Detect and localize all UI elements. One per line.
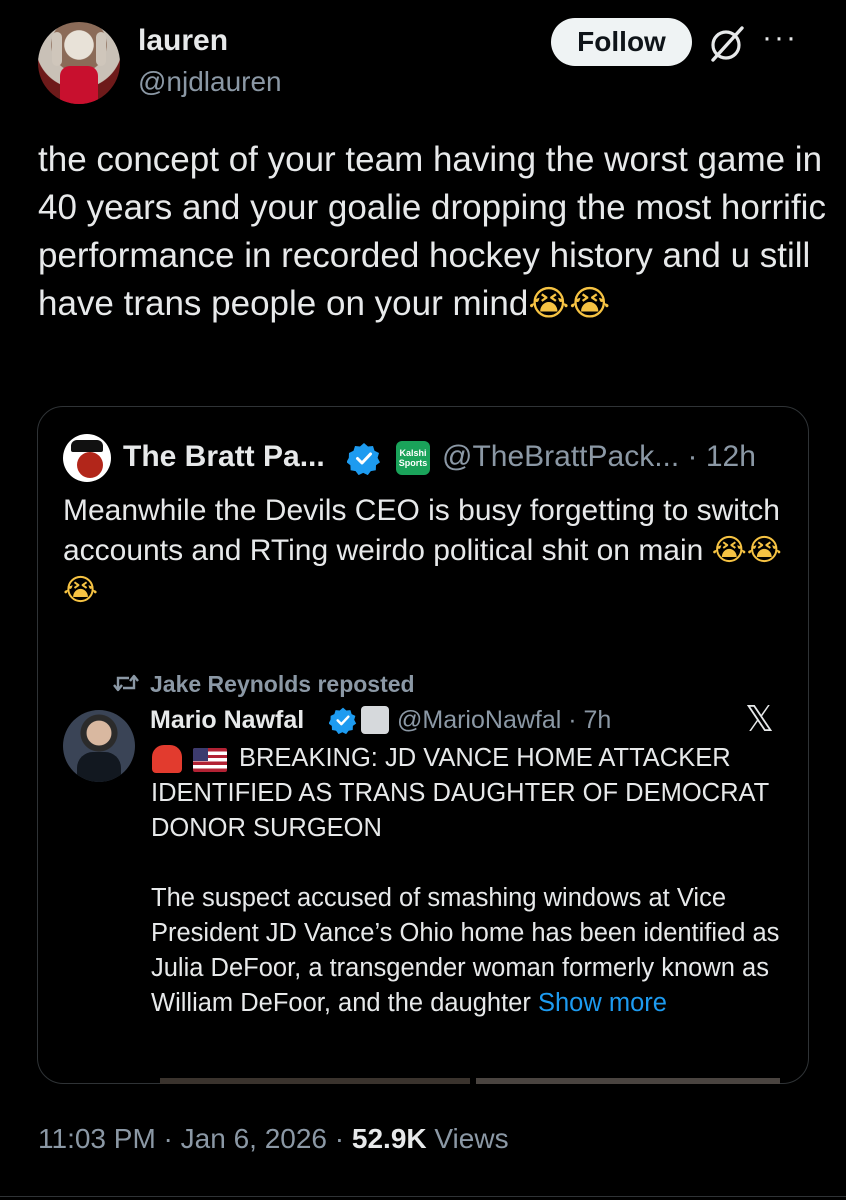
author-name[interactable]: lauren — [138, 24, 228, 58]
nested-avatar-suit — [77, 752, 121, 782]
nested-body: The suspect accused of smashing windows … — [151, 884, 780, 1017]
avatar-arm-left — [52, 32, 62, 66]
quote-text: Meanwhile the Devils CEO is busy forgett… — [63, 491, 793, 611]
nested-author-avatar[interactable] — [63, 710, 135, 782]
quote-avatar-hat — [71, 440, 103, 452]
nested-affiliate-badge-icon — [361, 706, 389, 734]
tweet-emojis: 😭😭 — [528, 284, 611, 324]
nested-headline: BREAKING: JD VANCE HOME ATTACKER IDENTIF… — [151, 744, 769, 842]
author-avatar[interactable] — [38, 22, 120, 104]
views-count: 52.9K — [351, 1123, 427, 1154]
views-label: Views — [426, 1123, 509, 1154]
tweet-text-body: the concept of your team having the wors… — [38, 140, 826, 323]
quote-text-body: Meanwhile the Devils CEO is busy forgett… — [63, 494, 780, 567]
kalshi-sports-badge: Kalshi Sports — [396, 441, 430, 475]
repost-label[interactable]: Jake Reynolds reposted — [150, 671, 415, 698]
nested-verified-badge-icon — [328, 706, 357, 735]
avatar-jersey — [60, 66, 98, 104]
verified-badge-icon — [346, 441, 381, 476]
quote-author-name[interactable]: The Bratt Pa... — [123, 440, 325, 474]
nested-tweet-text: BREAKING: JD VANCE HOME ATTACKER IDENTIF… — [151, 741, 801, 1021]
nested-author-name[interactable]: Mario Nawfal — [150, 706, 304, 735]
more-options-icon[interactable]: ··· — [762, 23, 798, 53]
divider — [0, 1196, 846, 1197]
repost-icon — [112, 671, 140, 695]
follow-button[interactable]: Follow — [551, 18, 692, 66]
quote-avatar[interactable] — [63, 434, 111, 482]
nested-author-handle[interactable]: @MarioNawfal · 7h — [397, 706, 611, 735]
grok-icon[interactable] — [707, 24, 747, 64]
quote-avatar-devil — [77, 452, 103, 478]
tweet-text: the concept of your team having the wors… — [38, 136, 828, 328]
quote-author-handle[interactable]: @TheBrattPack... · 12h — [442, 440, 756, 474]
x-logo-icon[interactable]: 𝕏 — [745, 700, 774, 740]
author-handle[interactable]: @njdlauren — [138, 66, 282, 98]
show-more-link[interactable]: Show more — [538, 989, 667, 1017]
avatar-arm-right — [96, 32, 106, 66]
tweet-meta: 11:03 PM · Jan 6, 2026 · 52.9K Views — [38, 1123, 509, 1155]
media-preview-strip[interactable] — [160, 1078, 780, 1084]
tweet-timestamp[interactable]: 11:03 PM · Jan 6, 2026 · — [38, 1123, 352, 1154]
